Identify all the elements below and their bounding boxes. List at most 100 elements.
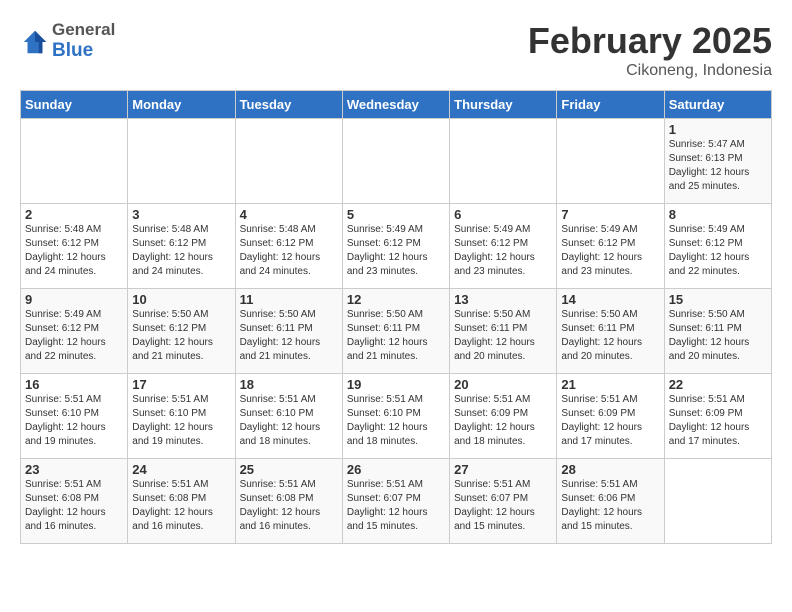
day-info: Sunrise: 5:51 AM Sunset: 6:06 PM Dayligh… <box>561 478 659 534</box>
day-info: Sunrise: 5:51 AM Sunset: 6:09 PM Dayligh… <box>669 393 767 449</box>
day-number: 23 <box>25 462 123 477</box>
day-info: Sunrise: 5:49 AM Sunset: 6:12 PM Dayligh… <box>561 223 659 279</box>
calendar-cell: 9Sunrise: 5:49 AM Sunset: 6:12 PM Daylig… <box>21 289 128 374</box>
logo-icon <box>20 27 50 57</box>
day-info: Sunrise: 5:50 AM Sunset: 6:11 PM Dayligh… <box>240 308 338 364</box>
day-info: Sunrise: 5:49 AM Sunset: 6:12 PM Dayligh… <box>347 223 445 279</box>
day-info: Sunrise: 5:51 AM Sunset: 6:08 PM Dayligh… <box>132 478 230 534</box>
day-number: 28 <box>561 462 659 477</box>
calendar-cell: 15Sunrise: 5:50 AM Sunset: 6:11 PM Dayli… <box>664 289 771 374</box>
day-number: 16 <box>25 377 123 392</box>
calendar-cell: 4Sunrise: 5:48 AM Sunset: 6:12 PM Daylig… <box>235 204 342 289</box>
day-info: Sunrise: 5:50 AM Sunset: 6:11 PM Dayligh… <box>561 308 659 364</box>
day-number: 15 <box>669 292 767 307</box>
day-number: 26 <box>347 462 445 477</box>
day-info: Sunrise: 5:51 AM Sunset: 6:09 PM Dayligh… <box>561 393 659 449</box>
calendar-cell <box>557 119 664 204</box>
month-title: February 2025 <box>528 20 772 62</box>
day-number: 20 <box>454 377 552 392</box>
day-number: 10 <box>132 292 230 307</box>
calendar-cell <box>664 459 771 544</box>
day-number: 1 <box>669 122 767 137</box>
day-number: 8 <box>669 207 767 222</box>
calendar-cell: 5Sunrise: 5:49 AM Sunset: 6:12 PM Daylig… <box>342 204 449 289</box>
day-info: Sunrise: 5:49 AM Sunset: 6:12 PM Dayligh… <box>454 223 552 279</box>
calendar-cell: 1Sunrise: 5:47 AM Sunset: 6:13 PM Daylig… <box>664 119 771 204</box>
title-block: February 2025 Cikoneng, Indonesia <box>528 20 772 80</box>
header-monday: Monday <box>128 91 235 119</box>
calendar-cell: 20Sunrise: 5:51 AM Sunset: 6:09 PM Dayli… <box>450 374 557 459</box>
calendar-cell <box>21 119 128 204</box>
week-row-0: 1Sunrise: 5:47 AM Sunset: 6:13 PM Daylig… <box>21 119 772 204</box>
day-info: Sunrise: 5:51 AM Sunset: 6:10 PM Dayligh… <box>240 393 338 449</box>
calendar-cell <box>235 119 342 204</box>
day-info: Sunrise: 5:51 AM Sunset: 6:08 PM Dayligh… <box>25 478 123 534</box>
logo-blue: Blue <box>52 40 115 63</box>
day-number: 12 <box>347 292 445 307</box>
day-number: 24 <box>132 462 230 477</box>
week-row-4: 23Sunrise: 5:51 AM Sunset: 6:08 PM Dayli… <box>21 459 772 544</box>
calendar-cell: 21Sunrise: 5:51 AM Sunset: 6:09 PM Dayli… <box>557 374 664 459</box>
day-info: Sunrise: 5:51 AM Sunset: 6:09 PM Dayligh… <box>454 393 552 449</box>
day-number: 19 <box>347 377 445 392</box>
calendar-cell <box>342 119 449 204</box>
calendar-cell: 3Sunrise: 5:48 AM Sunset: 6:12 PM Daylig… <box>128 204 235 289</box>
day-number: 2 <box>25 207 123 222</box>
calendar-cell: 23Sunrise: 5:51 AM Sunset: 6:08 PM Dayli… <box>21 459 128 544</box>
day-info: Sunrise: 5:48 AM Sunset: 6:12 PM Dayligh… <box>240 223 338 279</box>
calendar-cell: 14Sunrise: 5:50 AM Sunset: 6:11 PM Dayli… <box>557 289 664 374</box>
day-info: Sunrise: 5:51 AM Sunset: 6:10 PM Dayligh… <box>347 393 445 449</box>
day-info: Sunrise: 5:49 AM Sunset: 6:12 PM Dayligh… <box>669 223 767 279</box>
day-number: 21 <box>561 377 659 392</box>
calendar-cell: 28Sunrise: 5:51 AM Sunset: 6:06 PM Dayli… <box>557 459 664 544</box>
header-friday: Friday <box>557 91 664 119</box>
calendar-cell: 24Sunrise: 5:51 AM Sunset: 6:08 PM Dayli… <box>128 459 235 544</box>
logo: General Blue <box>20 20 115 63</box>
day-info: Sunrise: 5:50 AM Sunset: 6:11 PM Dayligh… <box>669 308 767 364</box>
day-info: Sunrise: 5:50 AM Sunset: 6:12 PM Dayligh… <box>132 308 230 364</box>
day-info: Sunrise: 5:49 AM Sunset: 6:12 PM Dayligh… <box>25 308 123 364</box>
calendar-cell: 8Sunrise: 5:49 AM Sunset: 6:12 PM Daylig… <box>664 204 771 289</box>
calendar-cell: 16Sunrise: 5:51 AM Sunset: 6:10 PM Dayli… <box>21 374 128 459</box>
day-number: 13 <box>454 292 552 307</box>
header-thursday: Thursday <box>450 91 557 119</box>
calendar-cell: 13Sunrise: 5:50 AM Sunset: 6:11 PM Dayli… <box>450 289 557 374</box>
day-number: 18 <box>240 377 338 392</box>
calendar-cell: 19Sunrise: 5:51 AM Sunset: 6:10 PM Dayli… <box>342 374 449 459</box>
calendar-table: SundayMondayTuesdayWednesdayThursdayFrid… <box>20 90 772 544</box>
week-row-1: 2Sunrise: 5:48 AM Sunset: 6:12 PM Daylig… <box>21 204 772 289</box>
calendar-cell: 26Sunrise: 5:51 AM Sunset: 6:07 PM Dayli… <box>342 459 449 544</box>
calendar-cell: 27Sunrise: 5:51 AM Sunset: 6:07 PM Dayli… <box>450 459 557 544</box>
day-info: Sunrise: 5:51 AM Sunset: 6:08 PM Dayligh… <box>240 478 338 534</box>
calendar-cell <box>450 119 557 204</box>
day-info: Sunrise: 5:48 AM Sunset: 6:12 PM Dayligh… <box>25 223 123 279</box>
calendar-cell: 2Sunrise: 5:48 AM Sunset: 6:12 PM Daylig… <box>21 204 128 289</box>
calendar-cell: 25Sunrise: 5:51 AM Sunset: 6:08 PM Dayli… <box>235 459 342 544</box>
header-tuesday: Tuesday <box>235 91 342 119</box>
day-info: Sunrise: 5:51 AM Sunset: 6:10 PM Dayligh… <box>132 393 230 449</box>
day-number: 7 <box>561 207 659 222</box>
day-info: Sunrise: 5:51 AM Sunset: 6:07 PM Dayligh… <box>454 478 552 534</box>
day-info: Sunrise: 5:48 AM Sunset: 6:12 PM Dayligh… <box>132 223 230 279</box>
calendar-cell: 18Sunrise: 5:51 AM Sunset: 6:10 PM Dayli… <box>235 374 342 459</box>
calendar-cell: 10Sunrise: 5:50 AM Sunset: 6:12 PM Dayli… <box>128 289 235 374</box>
week-row-2: 9Sunrise: 5:49 AM Sunset: 6:12 PM Daylig… <box>21 289 772 374</box>
day-number: 14 <box>561 292 659 307</box>
day-info: Sunrise: 5:50 AM Sunset: 6:11 PM Dayligh… <box>454 308 552 364</box>
day-number: 5 <box>347 207 445 222</box>
calendar-cell <box>128 119 235 204</box>
calendar-cell: 6Sunrise: 5:49 AM Sunset: 6:12 PM Daylig… <box>450 204 557 289</box>
calendar-cell: 7Sunrise: 5:49 AM Sunset: 6:12 PM Daylig… <box>557 204 664 289</box>
subtitle: Cikoneng, Indonesia <box>528 62 772 80</box>
week-row-3: 16 Sunrise: 5:51 AM Sunset: 6:10 PM Dayli… <box>21 374 772 459</box>
header-row: SundayMondayTuesdayWednesdayThursdayFrid… <box>21 91 772 119</box>
day-number: 9 <box>25 292 123 307</box>
logo-general: General <box>52 20 115 40</box>
day-number: 27 <box>454 462 552 477</box>
header-wednesday: Wednesday <box>342 91 449 119</box>
day-number: 4 <box>240 207 338 222</box>
logo-text: General Blue <box>52 20 115 63</box>
day-number: 11 <box>240 292 338 307</box>
day-info: Sunrise: 5:47 AM Sunset: 6:13 PM Dayligh… <box>669 138 767 194</box>
calendar-cell: 11Sunrise: 5:50 AM Sunset: 6:11 PM Dayli… <box>235 289 342 374</box>
